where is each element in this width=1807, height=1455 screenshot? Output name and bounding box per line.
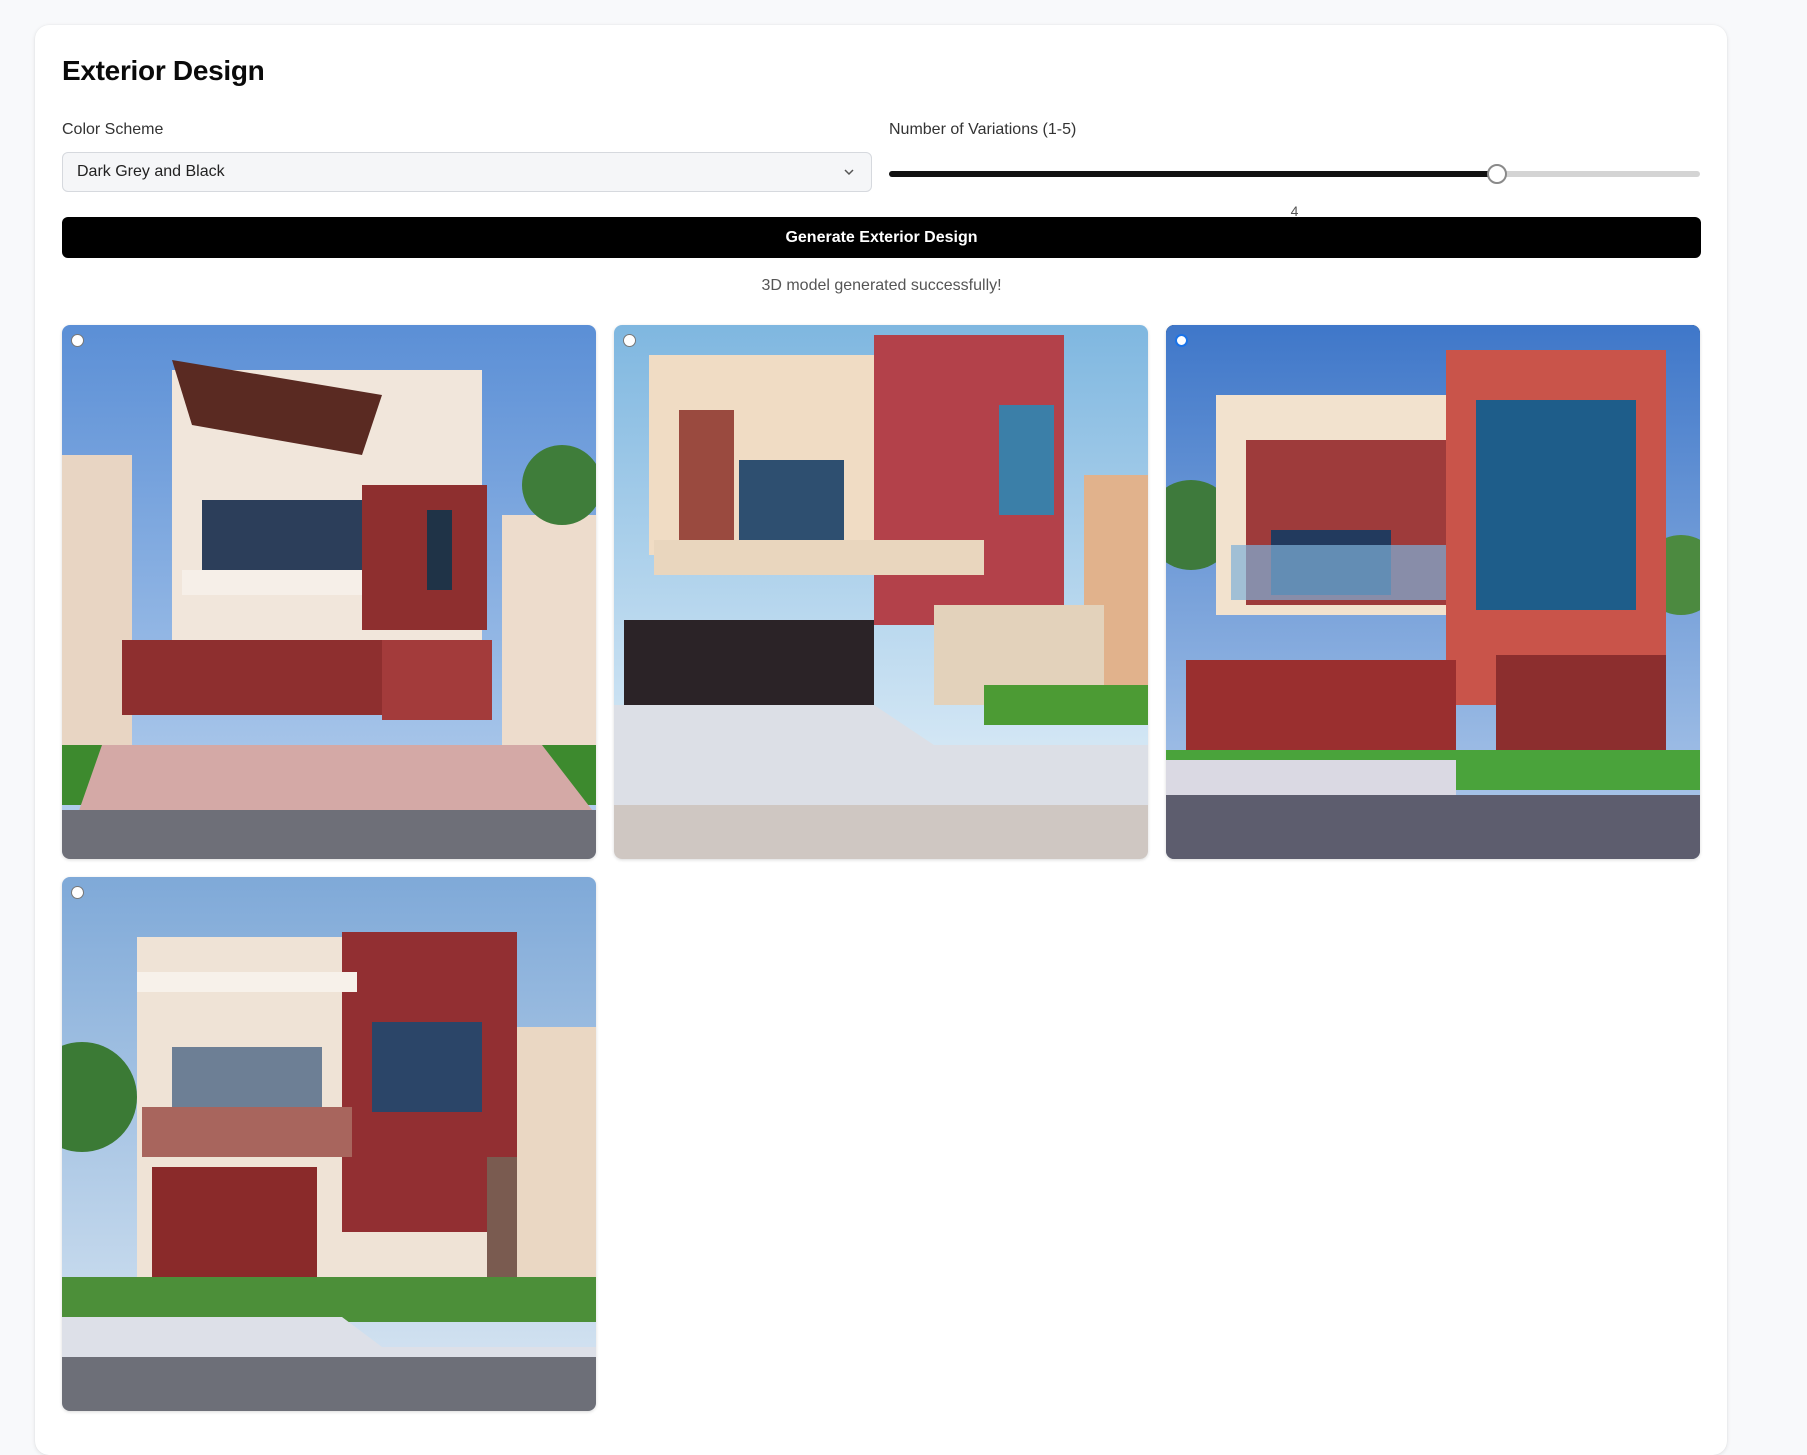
chevron-down-icon [844,169,854,176]
variations-slider[interactable] [889,164,1700,184]
house-image-4 [62,877,596,1411]
color-scheme-value: Dark Grey and Black [77,163,225,180]
design-option-3[interactable] [1166,325,1700,859]
design-option-4[interactable] [62,877,596,1411]
design-radio-1[interactable] [71,334,84,347]
design-radio-4[interactable] [71,886,84,899]
design-radio-3[interactable] [1175,334,1188,347]
color-scheme-label: Color Scheme [62,121,164,138]
slider-fill [889,171,1498,177]
page-title: Exterior Design [62,55,265,86]
house-image-3 [1166,325,1700,859]
exterior-design-card: Exterior Design Color Scheme Dark Grey a… [35,25,1727,1455]
variations-label: Number of Variations (1-5) [889,121,1077,138]
design-option-2[interactable] [614,325,1148,859]
design-option-1[interactable] [62,325,596,859]
color-scheme-select[interactable]: Dark Grey and Black [62,152,872,192]
generate-exterior-design-button[interactable]: Generate Exterior Design [62,217,1701,258]
slider-thumb[interactable] [1487,164,1508,184]
house-image-2 [614,325,1148,859]
status-message: 3D model generated successfully! [761,277,1002,294]
design-radio-2[interactable] [623,334,636,347]
house-image-1 [62,325,596,859]
